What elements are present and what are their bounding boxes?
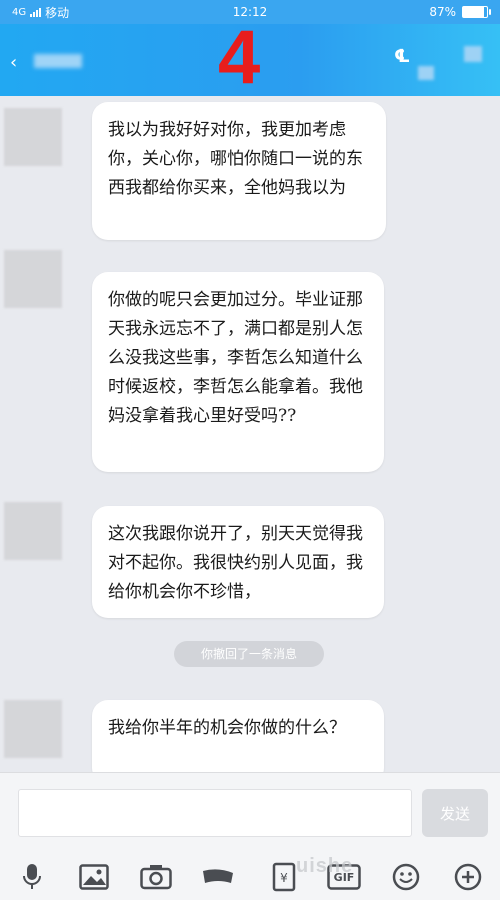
message-bubble[interactable]: 我以为我好好对你，我更加考虑你，关心你，哪怕你随口一说的东西我都给你买来，全他妈… xyxy=(92,102,386,240)
message-text: 你做的呢只会更加过分。毕业证那天我永远忘不了，满口都是别人怎么没我这些事，李哲怎… xyxy=(108,290,363,426)
input-toolbar: ¥ GIF xyxy=(0,859,500,895)
profile-icon[interactable]: ℄ xyxy=(394,46,410,67)
send-button[interactable]: 发送 xyxy=(422,789,488,837)
header-blur-2 xyxy=(464,46,482,62)
plus-icon[interactable] xyxy=(450,859,486,895)
chat-area: 我以为我好好对你，我更加考虑你，关心你，哪怕你随口一说的东西我都给你买来，全他妈… xyxy=(0,96,500,784)
status-right: 87% xyxy=(429,5,491,19)
battery-percent: 87% xyxy=(429,5,456,19)
message-bubble[interactable]: 你做的呢只会更加过分。毕业证那天我永远忘不了，满口都是别人怎么没我这些事，李哲怎… xyxy=(92,272,384,472)
status-left: 4G 移动 xyxy=(12,4,69,21)
message-input[interactable] xyxy=(18,789,412,837)
avatar xyxy=(4,700,62,758)
avatar xyxy=(4,108,62,166)
back-arrow-icon[interactable]: ‹ xyxy=(10,52,17,73)
signal-indicator: 4G xyxy=(12,6,27,18)
message-bubble[interactable]: 这次我跟你说开了，别天天觉得我对不起你。我很快约别人见面，我给你机会你不珍惜， xyxy=(92,506,384,618)
header-blur-1 xyxy=(418,66,434,80)
message-text: 我以为我好好对你，我更加考虑你，关心你，哪怕你随口一说的东西我都给你买来，全他妈… xyxy=(108,120,363,198)
carrier-name: 移动 xyxy=(45,5,70,20)
camera-icon[interactable] xyxy=(138,859,174,895)
avatar xyxy=(4,250,62,308)
emoji-icon[interactable] xyxy=(388,859,424,895)
chat-header: ‹ 4 ℄ xyxy=(0,20,500,96)
input-area: 发送 ¥ GIF uishe xyxy=(0,772,500,900)
contact-name-blurred xyxy=(34,54,82,68)
signal-bars-icon xyxy=(30,7,42,17)
recall-notice: 你撤回了一条消息 xyxy=(174,641,324,667)
svg-text:¥: ¥ xyxy=(280,871,288,885)
message-text: 我给你半年的机会你做的什么？ xyxy=(108,718,346,738)
watermark: uishe xyxy=(296,855,354,877)
avatar xyxy=(4,502,62,560)
message-text: 这次我跟你说开了，别天天觉得我对不起你。我很快约别人见面，我给你机会你不珍惜， xyxy=(108,524,363,602)
red-packet-icon[interactable] xyxy=(200,859,236,895)
overlay-number: 4 xyxy=(218,15,261,100)
battery-icon xyxy=(462,6,491,18)
image-icon[interactable] xyxy=(76,859,112,895)
mic-icon[interactable] xyxy=(14,859,50,895)
